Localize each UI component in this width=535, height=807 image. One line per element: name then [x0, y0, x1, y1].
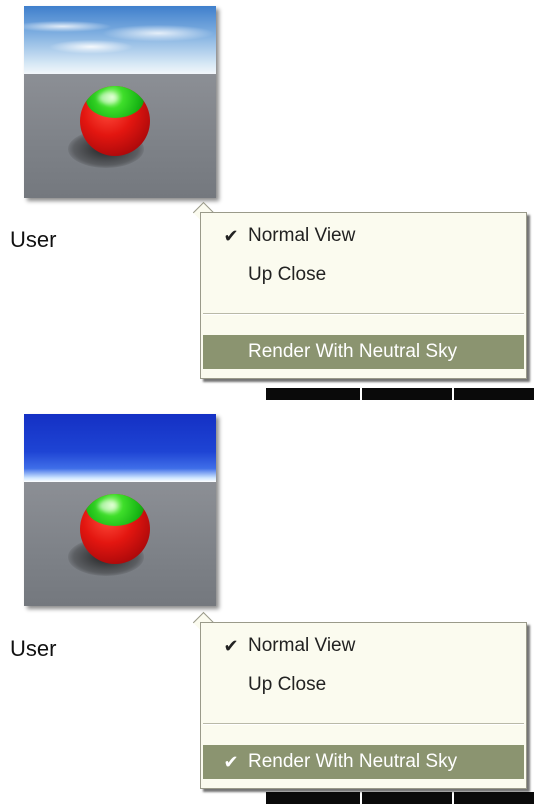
menu-item-up-close[interactable]: Up Close [203, 668, 524, 702]
checkmark-icon: ✔ [223, 226, 239, 246]
menu-item-label: Up Close [248, 264, 327, 285]
neutral-sky-background [24, 414, 216, 482]
sphere-highlight [98, 500, 118, 512]
preview-panel-neutral-sky: User ✔ Normal View Up Close ✔ Render Wit… [0, 404, 535, 807]
preview-panel-cloudy-sky: User ✔ Normal View Up Close Render With … [0, 0, 535, 403]
profile-label: User [10, 227, 57, 252]
profile-label: User [10, 636, 57, 661]
menu-separator [203, 723, 524, 725]
menu-item-up-close[interactable]: Up Close [203, 258, 524, 292]
menu-item-render-with-neutral-sky[interactable]: ✔ Render With Neutral Sky [203, 745, 524, 779]
checkmark-icon: ✔ [223, 636, 239, 656]
menu-shadow-bars [266, 792, 534, 804]
menu-item-label: Normal View [248, 635, 356, 656]
menu-item-label: Up Close [248, 674, 327, 695]
menu-item-label: Render With Neutral Sky [248, 341, 458, 362]
preview-thumbnail[interactable] [24, 414, 216, 606]
menu-shadow-bars [266, 388, 534, 400]
preview-sphere [80, 494, 150, 564]
menu-separator [203, 313, 524, 315]
preview-thumbnail[interactable] [24, 6, 216, 198]
menu-item-normal-view[interactable]: ✔ Normal View [203, 219, 524, 253]
sphere-highlight [98, 92, 118, 104]
menu-item-normal-view[interactable]: ✔ Normal View [203, 629, 524, 663]
menu-item-label: Normal View [248, 225, 356, 246]
menu-item-label: Render With Neutral Sky [248, 751, 458, 772]
checkmark-icon: ✔ [223, 752, 239, 772]
cloudy-sky-background [24, 6, 216, 74]
menu-item-render-with-neutral-sky[interactable]: Render With Neutral Sky [203, 335, 524, 369]
preview-sphere [80, 86, 150, 156]
context-menu: ✔ Normal View Up Close ✔ Render With Neu… [200, 622, 527, 789]
context-menu: ✔ Normal View Up Close Render With Neutr… [200, 212, 527, 379]
